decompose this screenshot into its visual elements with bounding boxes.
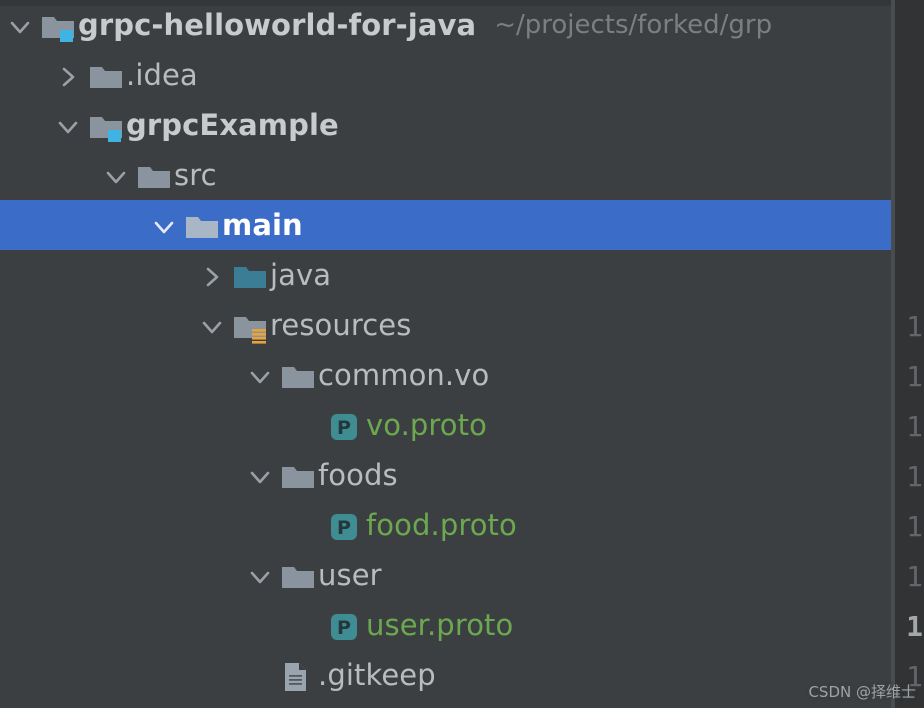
folder-icon: [278, 450, 318, 500]
chevron-placeholder: [292, 600, 326, 650]
proto-file-icon: P: [326, 600, 366, 650]
proto-file-icon: P: [326, 400, 366, 450]
ide-window: grpc-helloworld-for-java ~/projects/forke…: [0, 0, 924, 708]
tree-row-label: vo.proto: [366, 408, 487, 442]
csdn-watermark: CSDN @择维士: [808, 683, 916, 701]
chevron-placeholder: [292, 500, 326, 550]
svg-text:P: P: [337, 617, 351, 639]
chevron-down-icon[interactable]: [100, 150, 134, 200]
chevron-right-icon[interactable]: [52, 50, 86, 100]
source-root-folder-icon: [230, 250, 270, 300]
gutter-line-number: 1: [906, 460, 923, 493]
tree-row-label: user: [318, 558, 382, 592]
chevron-down-icon[interactable]: [196, 300, 230, 350]
editor-line-number-gutter: 11111111: [895, 0, 924, 708]
tree-row-label: foods: [318, 458, 398, 492]
chevron-down-icon[interactable]: [244, 550, 278, 600]
gutter-line-number: 1: [906, 560, 923, 593]
tree-row-resources[interactable]: resources: [0, 300, 891, 350]
chevron-down-icon[interactable]: [4, 0, 38, 50]
module-folder-icon: [86, 100, 126, 150]
tree-row-java[interactable]: java: [0, 250, 891, 300]
tree-row-label: java: [270, 258, 332, 292]
chevron-down-icon[interactable]: [244, 350, 278, 400]
folder-icon-light: [182, 200, 222, 250]
gutter-line-number: 1: [906, 610, 923, 643]
tree-row-grpc-helloworld-for-java[interactable]: grpc-helloworld-for-java ~/projects/forke…: [0, 0, 891, 50]
folder-icon: [278, 350, 318, 400]
gutter-line-number: 1: [906, 360, 923, 393]
chevron-down-icon[interactable]: [52, 100, 86, 150]
tree-row-gitkeep[interactable]: .gitkeep: [0, 650, 891, 700]
folder-icon: [86, 50, 126, 100]
folder-icon: [278, 550, 318, 600]
tree-row-user-proto[interactable]: Puser.proto: [0, 600, 891, 650]
tree-row-vo-proto[interactable]: Pvo.proto: [0, 400, 891, 450]
svg-text:P: P: [337, 417, 351, 439]
tree-row-grpcexample[interactable]: grpcExample: [0, 100, 891, 150]
tree-row-main[interactable]: main: [0, 200, 891, 250]
tree-row-foods[interactable]: foods: [0, 450, 891, 500]
chevron-down-icon[interactable]: [148, 200, 182, 250]
tree-row-label: grpc-helloworld-for-java: [78, 8, 477, 42]
tree-row-user[interactable]: user: [0, 550, 891, 600]
tree-row-label: user.proto: [366, 608, 514, 642]
tree-row-label: .gitkeep: [318, 658, 436, 692]
tree-row-label: resources: [270, 308, 412, 342]
text-file-icon: [278, 650, 318, 700]
tree-row-label: grpcExample: [126, 108, 339, 142]
chevron-down-icon[interactable]: [244, 450, 278, 500]
svg-text:P: P: [337, 517, 351, 539]
tree-row-label: src: [174, 158, 217, 192]
folder-icon: [134, 150, 174, 200]
chevron-placeholder: [292, 400, 326, 450]
gutter-line-number: 1: [906, 310, 923, 343]
project-tool-window[interactable]: grpc-helloworld-for-java ~/projects/forke…: [0, 0, 891, 708]
tree-row-idea[interactable]: .idea: [0, 50, 891, 100]
tree-row-label: common.vo: [318, 358, 490, 392]
resources-root-folder-icon: [230, 300, 270, 350]
chevron-placeholder: [244, 650, 278, 700]
tree-row-label: .idea: [126, 58, 198, 92]
tree-row-label: main: [222, 208, 303, 242]
gutter-line-number: 1: [906, 410, 923, 443]
tree-row-common-vo[interactable]: common.vo: [0, 350, 891, 400]
tree-row-label: food.proto: [366, 508, 517, 542]
proto-file-icon: P: [326, 500, 366, 550]
tree-row-path-hint: ~/projects/forked/grp: [494, 10, 773, 40]
tree-row-src[interactable]: src: [0, 150, 891, 200]
chevron-right-icon[interactable]: [196, 250, 230, 300]
module-folder-icon: [38, 0, 78, 50]
gutter-line-number: 1: [906, 510, 923, 543]
tree-row-food-proto[interactable]: Pfood.proto: [0, 500, 891, 550]
